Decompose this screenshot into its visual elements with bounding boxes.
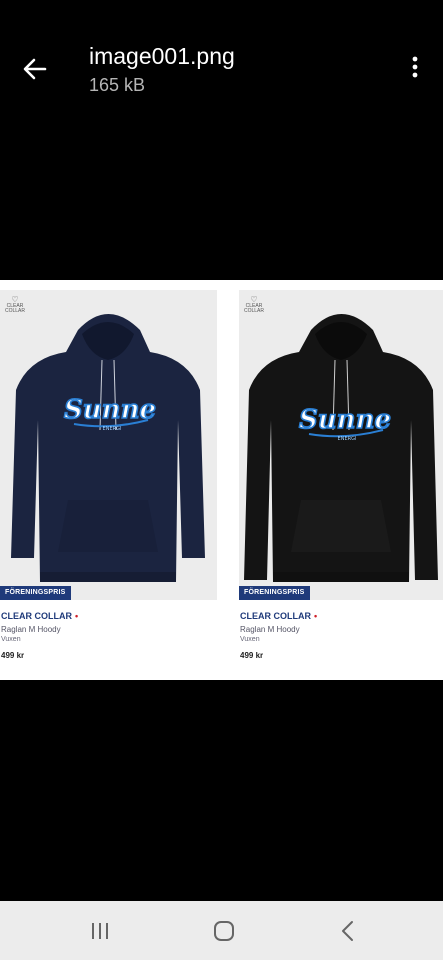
red-dot-icon: •	[75, 611, 79, 621]
recent-apps-button[interactable]	[85, 916, 115, 946]
nav-back-button[interactable]	[333, 916, 363, 946]
product-brand: CLEAR COLLAR •	[1, 611, 78, 621]
brand-label: CLEAR COLLAR	[240, 611, 311, 621]
product-price: 499 kr	[1, 651, 25, 660]
product-photo: ♡ CLEAR COLLAR Sunne ENERGI	[0, 290, 217, 600]
price-badge: FÖRENINGSPRIS	[239, 586, 310, 600]
product-card: ♡ CLEAR COLLAR Sunne ENERGI FÖRENINGSPRI…	[239, 280, 443, 680]
sunne-print: Sunne ENERGI	[63, 394, 157, 432]
product-name: Raglan M Hoody	[240, 625, 300, 634]
print-subtext: ENERGI	[338, 436, 357, 442]
arrow-left-icon	[23, 58, 47, 80]
print-subtext: ENERGI	[103, 426, 122, 432]
product-brand: CLEAR COLLAR •	[240, 611, 317, 621]
product-photo: ♡ CLEAR COLLAR Sunne ENERGI	[239, 290, 443, 600]
product-card: ♡ CLEAR COLLAR Sunne ENERGI FÖRENINGSPRI…	[0, 280, 217, 680]
product-subtitle: Vuxen	[1, 636, 21, 643]
logo-text: CLEAR COLLAR	[4, 303, 25, 314]
price-badge: FÖRENINGSPRIS	[0, 586, 71, 600]
hoodie-image	[11, 314, 205, 582]
file-size: 165 kB	[89, 75, 146, 95]
product-name: Raglan M Hoody	[1, 625, 61, 634]
sunne-print: Sunne ENERGI	[298, 404, 392, 442]
home-icon	[214, 921, 234, 941]
clear-collar-logo: ♡ CLEAR COLLAR	[4, 296, 26, 314]
more-vertical-icon	[412, 56, 418, 78]
home-button[interactable]	[209, 916, 239, 946]
back-button[interactable]	[18, 52, 52, 86]
more-options-button[interactable]	[402, 52, 428, 82]
file-name: image001.png	[89, 43, 235, 69]
top-app-bar: image001.png 165 kB	[0, 0, 443, 110]
chevron-left-icon	[342, 921, 353, 941]
clear-collar-logo: ♡ CLEAR COLLAR	[243, 296, 265, 314]
image-preview[interactable]: ♡ CLEAR COLLAR Sunne ENERGI FÖRENINGSPRI…	[0, 280, 443, 680]
system-navigation-bar	[0, 901, 443, 960]
recent-apps-icon	[92, 923, 108, 939]
red-dot-icon: •	[314, 611, 318, 621]
product-price: 499 kr	[240, 651, 264, 660]
product-subtitle: Vuxen	[240, 636, 260, 643]
brand-label: CLEAR COLLAR	[1, 611, 72, 621]
logo-text: CLEAR COLLAR	[243, 303, 264, 314]
